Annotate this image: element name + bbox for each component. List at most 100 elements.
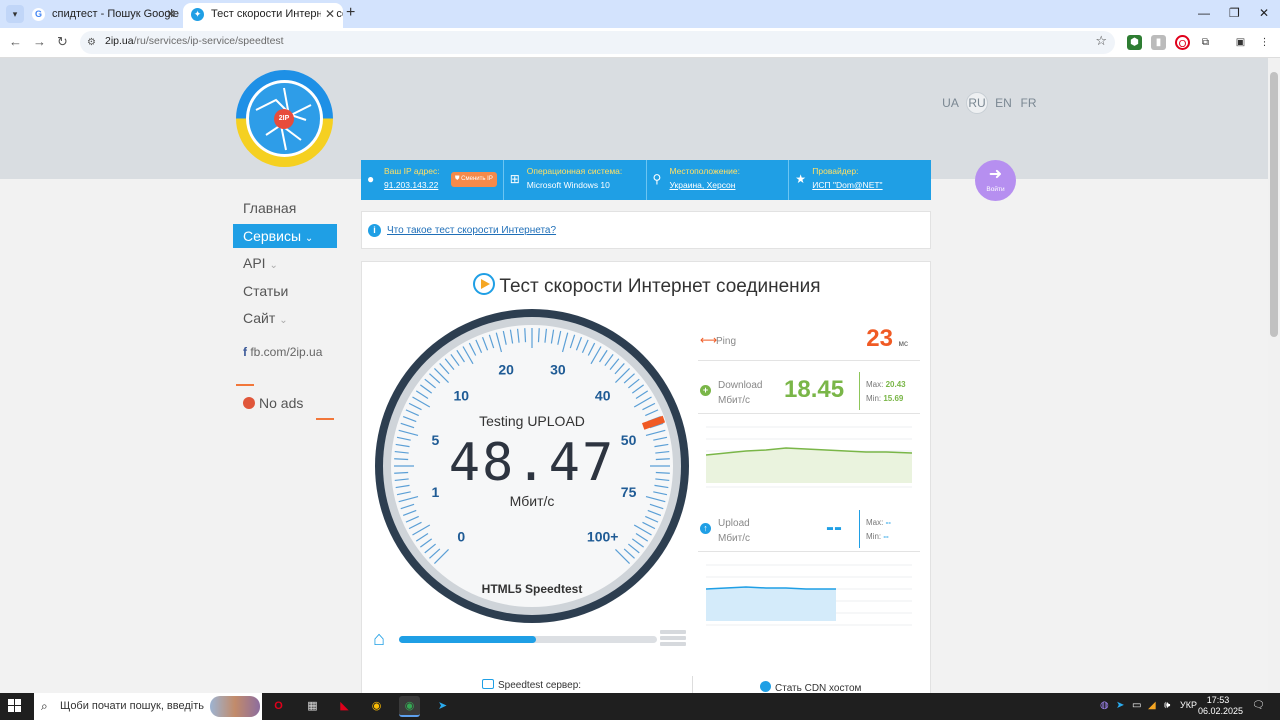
upload-arrow-icon: ↑	[700, 523, 711, 534]
gauge-tick-label: 10	[454, 387, 470, 403]
lang-fr[interactable]: FR	[1016, 96, 1041, 110]
lang-ua[interactable]: UA	[938, 96, 963, 110]
gauge-unit: Мбит/с	[510, 493, 555, 509]
taskbar-clock[interactable]: 17:53 06.02.2025	[1198, 695, 1243, 717]
menu-item-site[interactable]: Сайт ⌄	[233, 306, 337, 330]
page-scrollbar[interactable]	[1268, 58, 1280, 693]
download-label: Download Мбит/с	[718, 380, 763, 406]
facebook-link[interactable]: f fb.com/2ip.ua	[243, 345, 322, 359]
extension-doc-icon[interactable]: ▮	[1151, 35, 1166, 50]
opera-extension-icon[interactable]: O	[1175, 35, 1190, 50]
info-provider: ★ Провайдер: ИСП "Dom@NET"	[789, 160, 931, 200]
upload-row: ↑ Upload Мбит/с -- Max: -- Min: --	[698, 502, 920, 552]
opera-taskbar-icon[interactable]: O	[268, 696, 289, 717]
gauge-tick	[537, 328, 540, 343]
warning-tray-icon[interactable]: ◢	[1148, 700, 1156, 711]
speedtest-play-icon	[473, 273, 496, 295]
gauge-tick-label: 20	[498, 361, 514, 377]
download-max-min: Max: 20.43 Min: 15.69	[866, 380, 906, 403]
close-icon[interactable]: ✕	[166, 3, 176, 25]
page-title: Тест скорости Интернет соединения	[362, 273, 932, 298]
login-button[interactable]: ➜ Войти	[975, 160, 1016, 201]
menu-item-articles[interactable]: Статьи	[233, 279, 337, 303]
chevron-down-icon: ⌄	[304, 232, 314, 244]
menu-item-api[interactable]: API ⌄	[233, 251, 337, 275]
info-location-value[interactable]: Украина, Херсон	[670, 180, 789, 190]
scrollbar-thumb[interactable]	[1270, 72, 1278, 337]
taskbar-search-placeholder: Щоби почати пошук, введіть	[60, 700, 205, 712]
viber-tray-icon[interactable]: ◍	[1100, 700, 1109, 711]
bookmark-star-icon[interactable]: ☆	[1095, 33, 1107, 49]
chevron-down-icon: ⌄	[279, 315, 288, 326]
gauge-tick	[394, 471, 409, 474]
restore-icon[interactable]: ❐	[1229, 6, 1240, 20]
minimize-icon[interactable]: —	[1198, 6, 1210, 20]
windows-icon: ⊞	[509, 172, 520, 186]
browser-tab-2ip[interactable]: ✦ Тест скорости Интернет соедин ✕	[183, 3, 343, 28]
globe-icon	[760, 681, 771, 692]
menu-item-services[interactable]: Сервисы ⌄	[233, 223, 337, 248]
download-value: 18.45	[784, 376, 845, 403]
what-is-speedtest-link[interactable]: Что такое тест скорости Интернета?	[387, 225, 556, 236]
test-progress: ⌂	[373, 628, 688, 650]
gauge-tick	[655, 471, 670, 474]
browser-tab-strip: ▾ G спидтест - Пошук Google ✕ ✦ Тест ско…	[0, 0, 1280, 28]
close-window-icon[interactable]: ✕	[1259, 6, 1269, 20]
gauge-tick-label: 30	[550, 361, 566, 377]
chrome-taskbar-icon[interactable]: ◉	[366, 696, 387, 717]
search-icon: ⌕	[41, 699, 48, 713]
lang-ru[interactable]: RU	[966, 92, 988, 114]
volume-tray-icon[interactable]: 🕪	[1164, 700, 1170, 711]
reload-icon[interactable]: ↻	[57, 34, 68, 50]
change-ip-button[interactable]: ⛊ Сменить IP	[451, 172, 497, 187]
2ip-icon: ✦	[191, 8, 204, 21]
speed-gauge: 0 1 5 10 20 30 40 50 75 100+ Testing UPLOAD 48.47…	[375, 309, 689, 623]
extension-shield-icon[interactable]: ⬢	[1127, 35, 1142, 50]
info-location: ⚲ Местоположение: Украина, Херсон	[647, 160, 790, 200]
info-os-label: Операционная система:	[526, 166, 623, 176]
extensions-puzzle-icon[interactable]: ⧉	[1198, 35, 1213, 50]
amd-taskbar-icon[interactable]: ◣	[334, 696, 355, 717]
address-bar[interactable]: ⚙ 2ip.ua/ru/services/ip-service/speedtes…	[80, 31, 1115, 54]
gauge-footer: HTML5 Speedtest	[482, 582, 583, 596]
notifications-icon[interactable]: 🗨	[1252, 700, 1265, 711]
windows-start-icon[interactable]	[8, 699, 22, 713]
calculator-taskbar-icon[interactable]: ▦	[302, 696, 323, 717]
upload-label: Upload Мбит/с	[718, 518, 751, 544]
browser-tab-google[interactable]: G спидтест - Пошук Google ✕	[24, 3, 184, 28]
menu-kebab-icon[interactable]: ⋮	[1257, 35, 1272, 50]
download-separator	[859, 372, 860, 410]
progress-fill	[399, 636, 536, 643]
forward-arrow-icon[interactable]: →	[33, 34, 46, 49]
site-logo[interactable]: 2IP	[236, 70, 333, 167]
back-arrow-icon[interactable]: ←	[9, 34, 22, 49]
speedtest-server-label[interactable]: Speedtest сервер:	[482, 679, 581, 691]
menu-item-home[interactable]: Главная	[233, 196, 337, 220]
site-info-icon[interactable]: ⚙	[87, 35, 102, 50]
network-tray-icon[interactable]: ▭	[1132, 700, 1141, 711]
side-menu: Главная Сервисы ⌄ API ⌄ Статьи Сайт ⌄	[233, 196, 337, 334]
telegram-tray-icon[interactable]: ➤	[1116, 700, 1124, 711]
profile-icon[interactable]: ▣	[1233, 35, 1248, 50]
taskbar-search[interactable]: ⌕ Щоби почати пошук, введіть	[34, 693, 262, 720]
info-provider-value[interactable]: ИСП "Dom@NET"	[812, 180, 931, 190]
no-ads-icon	[243, 397, 255, 409]
become-cdn-host-link[interactable]: Стать CDN хостом	[760, 681, 861, 693]
chrome-active-taskbar-icon[interactable]: ◉	[399, 696, 420, 717]
lang-en[interactable]: EN	[991, 96, 1016, 110]
telegram-taskbar-icon[interactable]: ➤	[432, 696, 453, 717]
bottom-info-row: Speedtest сервер: Стать CDN хостом	[362, 672, 932, 693]
divider	[692, 676, 693, 693]
corner-decoration	[236, 384, 254, 386]
logo-badge: 2IP	[274, 109, 294, 129]
ip-info-bar: ● Ваш IP адрес: 91.203.143.22 ⛊ Сменить …	[361, 160, 931, 200]
tab-search-dropdown[interactable]: ▾	[6, 5, 24, 23]
close-icon[interactable]: ✕	[320, 3, 335, 25]
upload-max-min: Max: -- Min: --	[866, 518, 891, 541]
new-tab-plus-icon[interactable]: +	[346, 4, 355, 22]
home-icon[interactable]: ⌂	[373, 629, 385, 649]
input-language[interactable]: УКР	[1180, 700, 1197, 710]
login-arrow-icon: ➜	[988, 166, 1003, 183]
language-switcher: UA RU EN FR	[938, 92, 1041, 114]
no-ads-button[interactable]: No ads	[236, 384, 334, 420]
